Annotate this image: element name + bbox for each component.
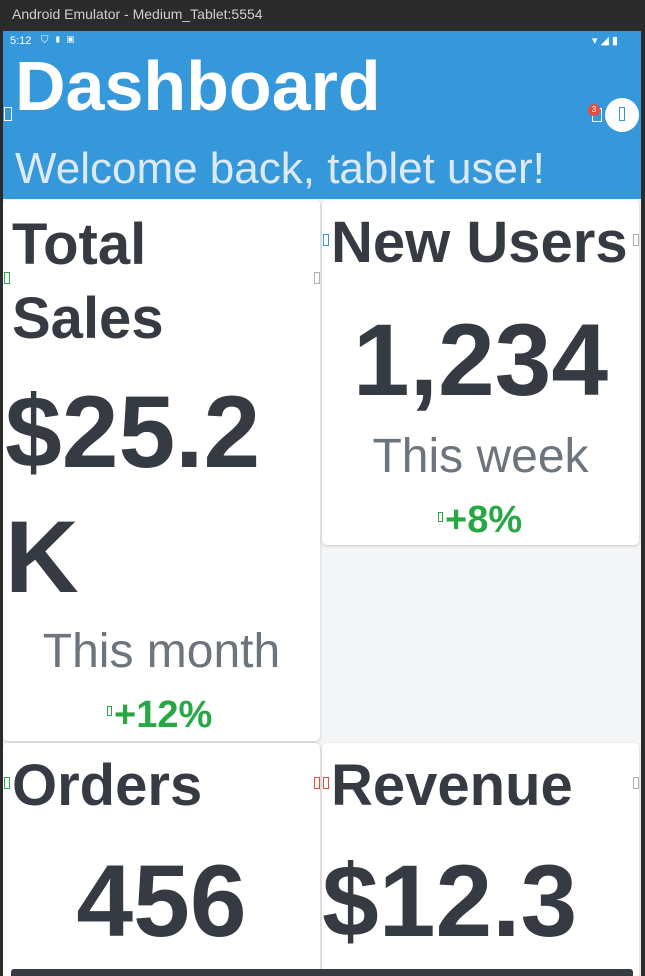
users-icon xyxy=(323,234,329,246)
menu-icon[interactable] xyxy=(4,107,12,121)
app-header: 5:12 ⛉▮▣ ▾◢▮ Dashboard 3 Welcome back, t… xyxy=(3,31,641,199)
card-value: $25.2K xyxy=(5,375,261,614)
card-revenue[interactable]: Revenue $12.3 xyxy=(322,743,639,976)
card-value: 1,234 xyxy=(352,303,609,417)
card-orders[interactable]: Orders 456 xyxy=(3,743,320,976)
page-title: Dashboard xyxy=(15,47,381,125)
card-period: This week xyxy=(372,430,589,483)
window-title: Android Emulator - Medium_Tablet:5554 xyxy=(12,6,263,22)
card-title: Total Sales xyxy=(12,212,164,351)
trend-up-icon xyxy=(107,706,112,716)
card-value: 456 xyxy=(76,844,247,958)
card-menu-icon[interactable] xyxy=(314,777,320,789)
avatar[interactable] xyxy=(605,98,639,132)
card-menu-icon[interactable] xyxy=(314,272,320,284)
status-time: 5:12 xyxy=(10,35,32,47)
card-total-sales[interactable]: Total Sales $25.2K This month +12% xyxy=(3,200,320,741)
status-system-icons: ▾◢▮ xyxy=(591,35,621,47)
card-menu-icon[interactable] xyxy=(633,234,639,246)
sales-icon xyxy=(4,272,10,284)
user-icon xyxy=(619,107,625,121)
orders-icon xyxy=(4,777,10,789)
notification-badge: 3 xyxy=(588,104,600,116)
trend-up-icon xyxy=(438,512,443,522)
card-period: This month xyxy=(42,625,281,678)
card-value: $12.3 xyxy=(322,844,578,958)
card-title: Revenue xyxy=(331,753,573,818)
card-change: +12% xyxy=(114,694,213,736)
card-menu-icon[interactable] xyxy=(633,777,639,789)
card-title: Orders xyxy=(12,753,203,818)
device-screen: 5:12 ⛉▮▣ ▾◢▮ Dashboard 3 Welcome back, t… xyxy=(3,31,641,976)
gesture-nav-bar[interactable] xyxy=(11,969,633,976)
card-change: +8% xyxy=(445,499,523,541)
revenue-icon xyxy=(323,777,329,789)
card-title: New Users xyxy=(331,210,628,275)
emulator-title-bar: Android Emulator - Medium_Tablet:5554 xyxy=(0,0,645,31)
welcome-subtitle: Welcome back, tablet user! xyxy=(15,144,545,193)
status-notification-icons: ⛉▮▣ xyxy=(41,35,80,46)
card-new-users[interactable]: New Users 1,234 This week +8% xyxy=(322,200,639,545)
